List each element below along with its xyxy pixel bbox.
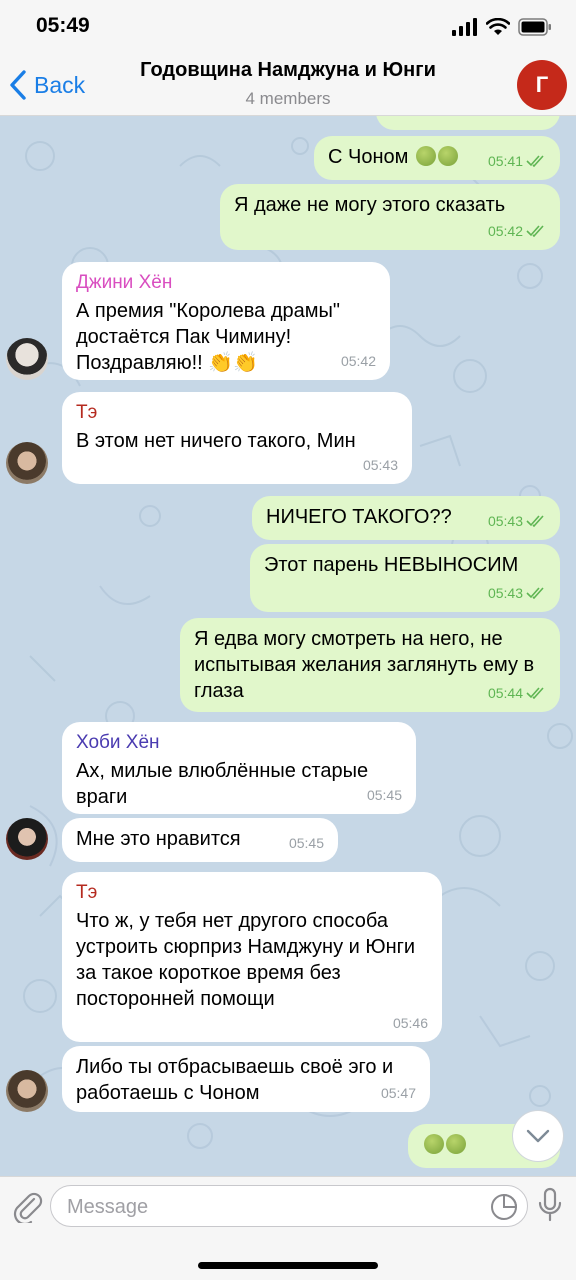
message-meta: 05:45 xyxy=(289,830,324,856)
message-out[interactable]: С Чоном 05:41 xyxy=(314,136,560,180)
chevron-down-icon xyxy=(526,1129,550,1143)
message-meta: 05:41 xyxy=(488,148,546,174)
message-in[interactable]: Либо ты отбрасываешь своё эго и работаеш… xyxy=(62,1046,430,1112)
message-meta: 05:43 xyxy=(488,508,546,534)
sticker-icon[interactable] xyxy=(489,1192,519,1222)
message-text: Этот парень НЕВЫНОСИМ xyxy=(264,554,519,576)
message-field[interactable] xyxy=(50,1185,528,1227)
sick-face-emoji xyxy=(415,146,436,166)
scroll-down-button[interactable] xyxy=(512,1110,564,1162)
message-meta: 05:42 xyxy=(341,348,376,374)
message-input[interactable] xyxy=(67,1194,467,1220)
sick-face-emoji xyxy=(424,1134,444,1154)
message-out[interactable]: НИЧЕГО ТАКОГО?? 05:43 xyxy=(252,496,560,540)
message-time: 05:47 xyxy=(380,1085,416,1101)
message-meta: 05:42 xyxy=(488,218,546,244)
status-icons xyxy=(452,16,552,38)
home-indicator xyxy=(198,1262,378,1269)
double-check-icon xyxy=(526,587,544,599)
message-text: Я даже не могу этого сказать xyxy=(234,194,506,216)
message-out[interactable]: Этот парень НЕВЫНОСИМ 05:43 xyxy=(250,544,560,612)
message-meta: 05:47 xyxy=(381,1080,416,1106)
message-time: 05:45 xyxy=(288,835,324,851)
message-time: 05:45 xyxy=(366,787,402,803)
message-in[interactable]: Тэ В этом нет ничего такого, Мин 05:43 xyxy=(62,392,412,484)
status-bar: 05:49 xyxy=(0,0,576,54)
message-time: 05:41 xyxy=(487,153,523,169)
status-time: 05:49 xyxy=(36,14,90,37)
avatar-jin[interactable] xyxy=(6,338,48,380)
message-text: Я едва могу смотреть на него, не испытыв… xyxy=(194,628,535,702)
paperclip-icon[interactable] xyxy=(10,1189,44,1223)
double-check-icon xyxy=(526,155,544,167)
message-text: Что ж, у тебя нет другого способа устрои… xyxy=(76,910,416,1010)
message-time: 05:42 xyxy=(340,353,376,369)
battery-icon xyxy=(518,18,551,36)
message-time: 05:43 xyxy=(362,457,398,473)
microphone-icon[interactable] xyxy=(536,1187,564,1223)
message-meta: 05:43 xyxy=(488,580,546,606)
double-check-icon xyxy=(526,687,544,699)
message-out[interactable]: Я едва могу смотреть на него, не испытыв… xyxy=(180,618,560,712)
message-out[interactable] xyxy=(376,116,560,130)
sender-name[interactable]: Джини Хён xyxy=(76,270,376,296)
message-time: 05:42 xyxy=(487,223,523,239)
message-in[interactable]: Мне это нравится 05:45 xyxy=(62,818,338,862)
sender-name[interactable]: Тэ xyxy=(76,400,398,426)
avatar-tae[interactable] xyxy=(6,1070,48,1112)
message-text: Мне это нравится xyxy=(76,828,241,850)
message-meta: 05:45 xyxy=(367,782,402,808)
message-text: Либо ты отбрасываешь своё эго и работаеш… xyxy=(76,1056,394,1104)
avatar-tae[interactable] xyxy=(6,442,48,484)
members-count: 4 members xyxy=(245,89,331,108)
message-text: НИЧЕГО ТАКОГО?? xyxy=(266,506,452,528)
message-in[interactable]: Тэ Что ж, у тебя нет другого способа уст… xyxy=(62,872,442,1042)
message-text: Ах, милые влюблённые старые враги xyxy=(76,760,369,808)
group-avatar[interactable]: Г xyxy=(517,60,567,110)
message-time: 05:43 xyxy=(487,513,523,529)
message-meta: 05:46 xyxy=(393,1010,428,1036)
message-meta: 05:44 xyxy=(488,680,546,706)
avatar-hobi[interactable] xyxy=(6,818,48,860)
chat-header: Back Годовщина Намджуна и Юнги 4 members… xyxy=(0,54,576,116)
message-text: С Чоном xyxy=(328,146,409,168)
message-time: 05:43 xyxy=(487,585,523,601)
chat-area[interactable]: С Чоном 05:41 Я даже не могу этого сказа… xyxy=(0,116,576,1176)
double-check-icon xyxy=(526,515,544,527)
message-text: В этом нет ничего такого, Мин xyxy=(76,430,356,452)
double-check-icon xyxy=(526,225,544,237)
message-in[interactable]: Хоби Хён Ах, милые влюблённые старые вра… xyxy=(62,722,416,814)
message-time: 05:44 xyxy=(487,685,523,701)
wifi-icon xyxy=(486,18,510,35)
message-out[interactable]: Я даже не могу этого сказать 05:42 xyxy=(220,184,560,250)
clap-emoji: 👏👏 xyxy=(208,352,259,374)
signal-icon xyxy=(452,18,477,36)
message-in[interactable]: Джини Хён А премия "Королева драмы" дост… xyxy=(62,262,390,380)
message-meta: 05:43 xyxy=(363,452,398,478)
sick-face-emoji xyxy=(437,146,458,166)
sick-face-emoji xyxy=(446,1134,466,1154)
chat-title[interactable]: Годовщина Намджуна и Юнги xyxy=(0,59,576,82)
message-time: 05:46 xyxy=(392,1015,428,1031)
sender-name[interactable]: Хоби Хён xyxy=(76,730,402,756)
sender-name[interactable]: Тэ xyxy=(76,880,428,906)
